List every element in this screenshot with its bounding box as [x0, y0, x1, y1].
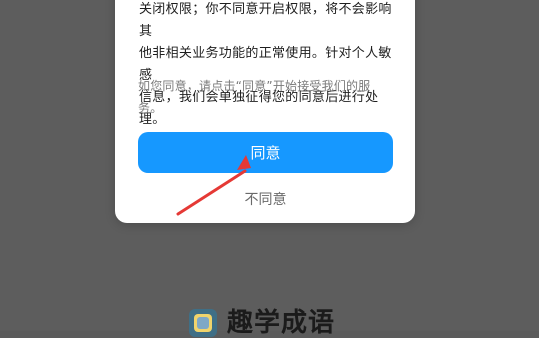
dialog-body-line-1: 关闭权限；你不同意开启权限，将不会影响其 [139, 2, 392, 39]
privacy-dialog: 关闭权限；你不同意开启权限，将不会影响其 他非相关业务功能的正常使用。针对个人敏… [115, 0, 415, 223]
dialog-note-line-2: 务。 [138, 101, 163, 115]
agree-button-label: 同意 [250, 145, 281, 162]
app-logo-icon [189, 309, 217, 337]
dialog-note: 如您同意，请点击“同意”开始接受我们的服 务。 [138, 75, 393, 119]
app-name: 趣学成语 [227, 308, 336, 338]
disagree-button-label: 不同意 [244, 191, 287, 207]
app-brand: 趣学成语 [189, 309, 335, 337]
disagree-button[interactable]: 不同意 [138, 183, 393, 215]
agree-button[interactable]: 同意 [138, 132, 393, 173]
dialog-note-line-1: 如您同意，请点击“同意”开始接受我们的服 [138, 79, 371, 93]
